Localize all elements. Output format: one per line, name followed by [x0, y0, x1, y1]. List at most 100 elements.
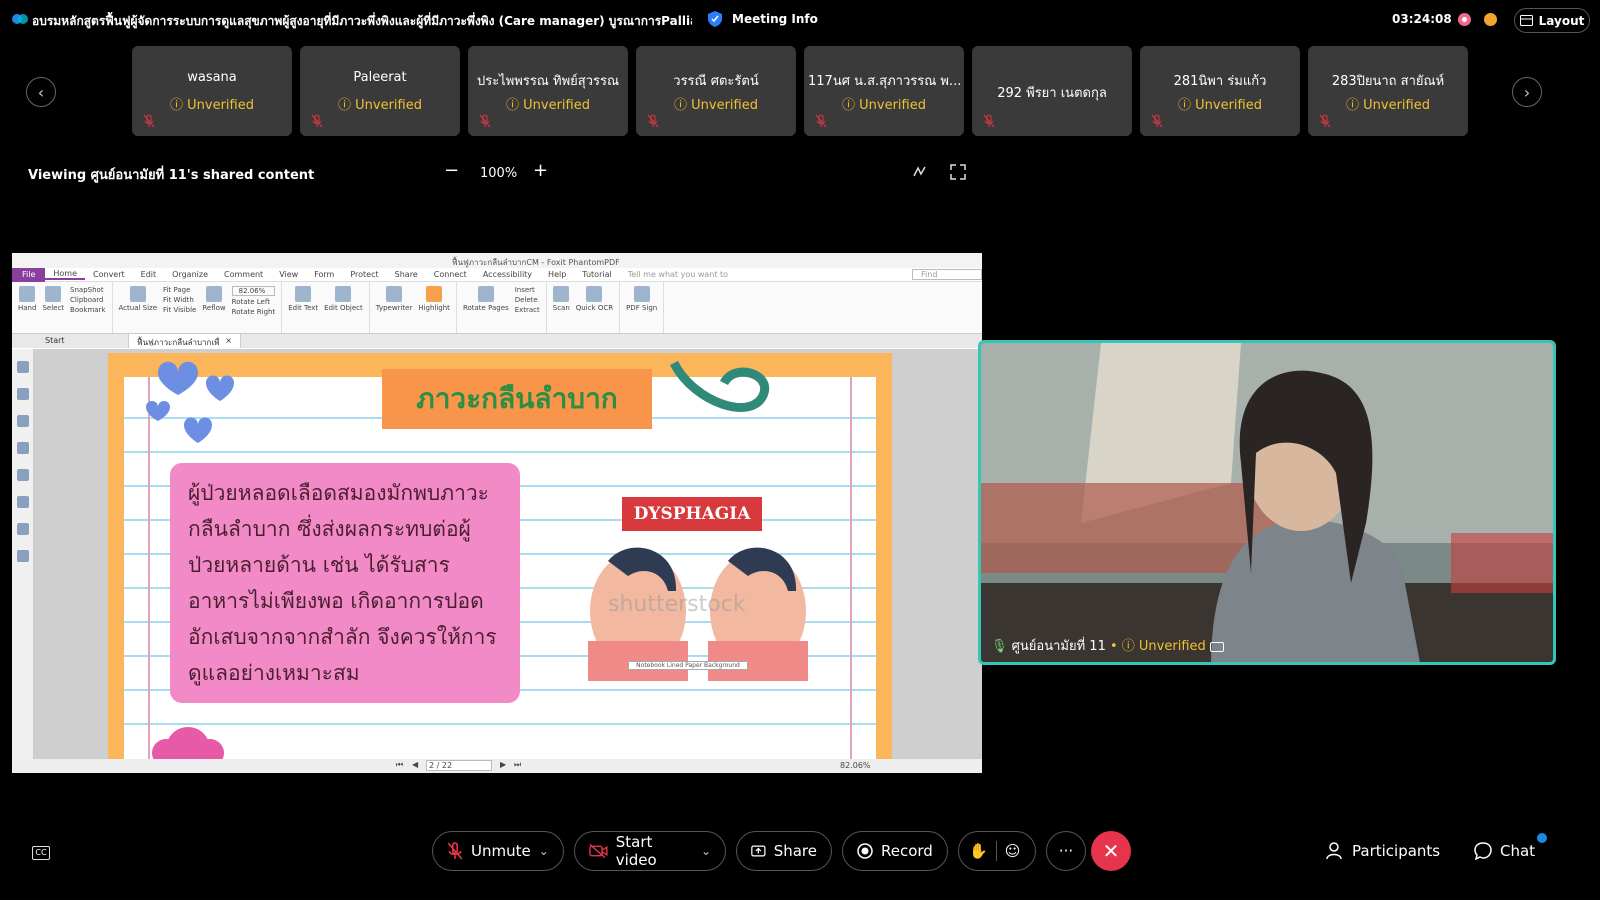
shield-icon[interactable] [708, 11, 722, 27]
zoom-in-button[interactable]: + [533, 160, 548, 181]
edit-object-button[interactable]: Edit Object [324, 286, 363, 312]
participant-tile[interactable]: 292 พีรยา เนตดกุล [972, 46, 1132, 136]
typewriter-button[interactable]: Typewriter [376, 286, 412, 312]
closed-captions-icon[interactable]: CC [32, 846, 50, 860]
reflow-button[interactable]: Reflow [202, 286, 226, 312]
menu-file[interactable]: File [12, 267, 46, 282]
fields-panel-icon[interactable] [16, 550, 29, 562]
layout-button[interactable]: Layout [1514, 8, 1590, 33]
highlight-button[interactable]: Highlight [418, 286, 450, 312]
pdf-sign-button[interactable]: PDF Sign [626, 286, 657, 312]
active-speaker-video[interactable]: 🎙 ศูนย์อนามัยที่ 11 • ⓘ Unverified [978, 340, 1556, 665]
first-page-icon[interactable]: ⏮ [396, 760, 403, 770]
menu-help[interactable]: Help [540, 270, 574, 279]
participant-tile[interactable]: 281นิพา ร่มแก้ว ⓘ Unverified [1140, 46, 1300, 136]
menu-comment[interactable]: Comment [216, 270, 271, 279]
fit-visible-button[interactable]: Fit Visible [163, 306, 196, 314]
participant-name: Paleerat [353, 70, 407, 85]
menu-organize[interactable]: Organize [164, 270, 216, 279]
rotate-left-button[interactable]: Rotate Left [232, 298, 276, 306]
annotate-icon[interactable] [912, 164, 928, 180]
insert-button[interactable]: Insert [515, 286, 540, 294]
ribbon-group-page-organization: Rotate Pages Insert Delete Extract [457, 282, 547, 333]
edit-text-icon [295, 286, 312, 302]
actual-size-button[interactable]: Actual Size [119, 286, 157, 312]
chevron-down-icon[interactable]: ⌄ [539, 844, 549, 858]
participant-tile[interactable]: 283ปิยนาถ สายัณห์ ⓘ Unverified [1308, 46, 1468, 136]
edit-text-button[interactable]: Edit Text [288, 286, 318, 312]
viewing-shared-content-label: Viewing ศูนย์อนามัยที่ 11's shared conte… [28, 168, 315, 183]
comments-panel-icon[interactable] [16, 442, 29, 454]
participants-button[interactable]: Participants [1326, 842, 1440, 860]
menu-edit[interactable]: Edit [133, 270, 165, 279]
tab-start[interactable]: Start [37, 334, 129, 348]
participant-tile[interactable]: วรรณี ศตะรัตน์ ⓘ Unverified [636, 46, 796, 136]
participant-tile[interactable]: wasana ⓘ Unverified [132, 46, 292, 136]
attachments-panel-icon[interactable] [16, 469, 29, 481]
bookmark-panel-icon[interactable] [16, 361, 29, 373]
strip-prev-button[interactable]: ‹ [26, 77, 56, 107]
more-options-button[interactable]: ··· [1046, 831, 1086, 871]
next-page-icon[interactable]: ▶ [500, 760, 506, 769]
hand-tool-button[interactable]: Hand [18, 286, 36, 312]
close-tab-icon[interactable]: × [225, 336, 232, 346]
page-number-input[interactable]: 2 / 22 [426, 760, 492, 771]
quick-ocr-button[interactable]: Quick OCR [576, 286, 613, 312]
find-input[interactable]: Find [912, 269, 982, 280]
participant-tile[interactable]: Paleerat ⓘ Unverified [300, 46, 460, 136]
notification-indicator-icon[interactable] [1484, 13, 1497, 26]
menu-convert[interactable]: Convert [85, 270, 133, 279]
meeting-timer: 03:24:08 [1392, 12, 1452, 26]
prev-page-icon[interactable]: ◀ [412, 760, 418, 769]
delete-button[interactable]: Delete [515, 296, 540, 304]
zoom-out-button[interactable]: − [444, 160, 459, 181]
menu-share[interactable]: Share [387, 270, 426, 279]
shared-screen[interactable]: ฟื้นฟูภาวะกลืนลำบากCM - Foxit PhantomPDF… [12, 253, 982, 773]
search-panel-icon[interactable] [16, 496, 29, 508]
scan-button[interactable]: Scan [553, 286, 570, 312]
strip-next-button[interactable]: › [1512, 77, 1542, 107]
raise-hand-icon[interactable]: ✋ [969, 842, 988, 860]
rotate-right-button[interactable]: Rotate Right [232, 308, 276, 316]
participant-tile[interactable]: ประไพพรรณ ทิพย์สุวรรณ ⓘ Unverified [468, 46, 628, 136]
reactions-icon[interactable]: ☺ [1005, 842, 1021, 860]
chat-button[interactable]: Chat [1474, 842, 1535, 860]
participant-tile[interactable]: 117นศ น.ส.สุภาวรรณ พ... ⓘ Unverified [804, 46, 964, 136]
record-button[interactable]: Record [842, 831, 948, 871]
unmute-button[interactable]: Unmute ⌄ [432, 831, 564, 871]
select-tool-button[interactable]: Select [42, 286, 64, 312]
chevron-down-icon[interactable]: ⌄ [701, 844, 711, 858]
menu-connect[interactable]: Connect [426, 270, 475, 279]
tab-document[interactable]: ฟื้นฟูภาวะกลืนลำบากเพื่อนำไปใช้ฟื้นฟูฯ..… [129, 334, 241, 348]
last-page-icon[interactable]: ⏭ [514, 760, 521, 770]
tell-me-search[interactable]: Tell me what you want to [620, 270, 736, 279]
fit-page-button[interactable]: Fit Page [163, 286, 196, 294]
extract-button[interactable]: Extract [515, 306, 540, 314]
share-button[interactable]: Share [736, 831, 832, 871]
snapshot-button[interactable]: SnapShot [70, 286, 105, 294]
menu-accessibility[interactable]: Accessibility [475, 270, 540, 279]
menu-home[interactable]: Home [45, 269, 86, 280]
fullscreen-icon[interactable] [950, 164, 966, 180]
mic-muted-icon [647, 114, 659, 128]
menu-tutorial[interactable]: Tutorial [574, 270, 619, 279]
layout-label: Layout [1538, 13, 1585, 28]
layers-panel-icon[interactable] [16, 415, 29, 427]
bookmark-button[interactable]: Bookmark [70, 306, 105, 314]
speaker-name: ศูนย์อนามัยที่ 11 [1011, 639, 1106, 654]
pdf-window-title: ฟื้นฟูภาวะกลืนลำบากCM - Foxit PhantomPDF [452, 258, 620, 267]
menu-view[interactable]: View [271, 270, 306, 279]
start-video-button[interactable]: Start video ⌄ [574, 831, 726, 871]
pages-panel-icon[interactable] [16, 388, 29, 400]
status-zoom[interactable]: 82.06% [840, 761, 871, 770]
menu-protect[interactable]: Protect [342, 270, 386, 279]
clipboard-button[interactable]: Clipboard [70, 296, 105, 304]
fit-width-button[interactable]: Fit Width [163, 296, 196, 304]
meeting-info-button[interactable]: Meeting Info [732, 12, 818, 26]
ribbon-zoom-select[interactable]: 82.06% [231, 286, 276, 296]
menu-form[interactable]: Form [306, 270, 342, 279]
unverified-badge: ⓘ Unverified [506, 98, 590, 113]
security-panel-icon[interactable] [16, 523, 29, 535]
leave-meeting-button[interactable]: ✕ [1091, 831, 1131, 871]
rotate-pages-button[interactable]: Rotate Pages [463, 286, 509, 312]
